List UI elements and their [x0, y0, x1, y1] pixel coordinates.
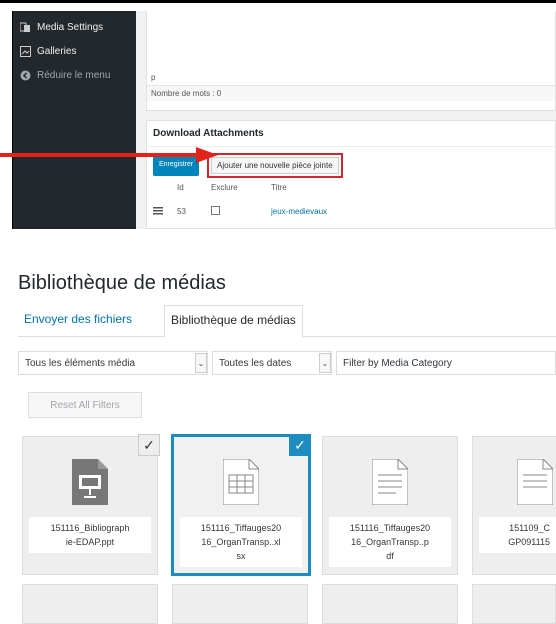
sidebar-item-label: Media Settings	[37, 21, 104, 33]
top-border	[0, 0, 556, 3]
check-icon[interactable]: ✓	[289, 434, 311, 456]
tile-caption: 151116_Tiffauges20 16_OrganTransp..xl sx	[180, 517, 302, 567]
presentation-file-icon	[72, 459, 108, 510]
document-file-icon	[516, 458, 554, 510]
tile-caption: 151116_Tiffauges20 16_OrganTransp..p df	[329, 517, 451, 567]
red-arrow-icon	[0, 147, 218, 163]
caption-line: 16_OrganTransp..p	[351, 537, 429, 547]
media-tile[interactable]	[22, 584, 158, 624]
caption-line: df	[386, 551, 394, 561]
drag-handle-icon[interactable]	[153, 206, 177, 217]
column-title: Titre	[271, 183, 287, 192]
attachments-table-header: Id Exclure Titre	[153, 183, 553, 192]
tile-caption: 151116_Bibliograph ie-EDAP.ppt	[29, 517, 151, 553]
galleries-icon	[19, 45, 31, 57]
media-type-value: Tous les éléments média	[25, 357, 136, 369]
table-row: 53 jeux-medievaux	[153, 206, 553, 217]
row-id: 53	[177, 207, 186, 216]
sidebar-item-media-settings[interactable]: Media Settings	[13, 15, 136, 39]
attachments-title: Download Attachments	[147, 121, 555, 147]
chevron-down-icon: ⌄	[319, 353, 331, 373]
caption-line: 151116_Bibliograph	[50, 523, 130, 533]
caption-line: 151116_Tiffauges20	[200, 523, 282, 533]
tile-caption: 151109_C GP091115	[479, 517, 556, 553]
sidebar-item-galleries[interactable]: Galleries	[13, 39, 136, 63]
media-category-value: Filter by Media Category	[343, 357, 452, 369]
check-icon[interactable]: ✓	[138, 434, 160, 456]
caption-line: 16_OrganTransp..xl	[201, 537, 281, 547]
media-tile-selected[interactable]: 151116_Tiffauges20 16_OrganTransp..xl sx…	[171, 434, 311, 576]
collapse-icon	[19, 69, 31, 81]
element-path: p	[151, 73, 156, 82]
tab-media-library[interactable]: Bibliothèque de médias	[164, 305, 303, 338]
media-category-select[interactable]: Filter by Media Category	[336, 351, 556, 375]
date-select[interactable]: Toutes les dates ⌄	[212, 351, 332, 375]
reset-filters-button[interactable]: Reset All Filters	[28, 392, 142, 418]
spreadsheet-file-icon	[222, 458, 260, 510]
sidebar-item-label: Réduire le menu	[37, 69, 111, 81]
media-tile[interactable]: 151116_Bibliograph ie-EDAP.ppt ✓	[22, 434, 160, 575]
media-tile[interactable]: 151116_Tiffauges20 16_OrganTransp..p df	[322, 436, 458, 575]
sidebar-item-collapse[interactable]: Réduire le menu	[13, 63, 136, 87]
media-tile[interactable]: 151109_C GP091115	[472, 436, 556, 575]
media-tabs: Envoyer des fichiers Bibliothèque de méd…	[18, 305, 556, 338]
caption-line: GP091115	[508, 537, 550, 547]
column-exclude: Exclure	[211, 183, 238, 192]
media-tile[interactable]	[172, 584, 308, 624]
sidebar-item-label: Galleries	[37, 45, 77, 57]
date-value: Toutes les dates	[219, 357, 292, 369]
editor-content[interactable]: p Nombre de mots : 0	[146, 11, 556, 111]
highlight-box: Ajouter une nouvelle pièce jointe	[207, 153, 343, 178]
left-border	[12, 11, 13, 229]
editor-screenshot-panel: Media Settings Galleries Réduire le menu…	[0, 0, 556, 229]
exclude-checkbox[interactable]	[211, 206, 220, 215]
media-tile[interactable]	[472, 584, 556, 624]
editor-area: p Nombre de mots : 0 Download Attachment…	[136, 11, 556, 229]
media-tile[interactable]	[322, 584, 458, 624]
chevron-down-icon: ⌄	[195, 353, 207, 373]
attachment-title-link[interactable]: jeux-medievaux	[271, 207, 471, 216]
filter-bar: Tous les éléments média ⌄ Toutes les dat…	[18, 349, 556, 377]
caption-line: 151109_C	[509, 523, 550, 533]
document-file-icon	[371, 458, 409, 510]
caption-line: sx	[236, 551, 246, 561]
admin-sidebar: Media Settings Galleries Réduire le menu	[13, 11, 136, 229]
caption-line: 151116_Tiffauges20	[349, 523, 431, 533]
add-attachment-button[interactable]: Ajouter une nouvelle pièce jointe	[211, 157, 339, 174]
column-id: Id	[177, 183, 184, 192]
download-attachments-box: Download Attachments Enregistrer Ajouter…	[146, 120, 556, 229]
media-settings-icon	[19, 21, 31, 33]
caption-line: ie-EDAP.ppt	[65, 537, 115, 547]
page-title: Bibliothèque de médias	[18, 272, 226, 294]
word-count: Nombre de mots : 0	[147, 85, 555, 101]
media-type-select[interactable]: Tous les éléments média ⌄	[18, 351, 208, 375]
tab-upload-files[interactable]: Envoyer des fichiers	[18, 305, 138, 337]
